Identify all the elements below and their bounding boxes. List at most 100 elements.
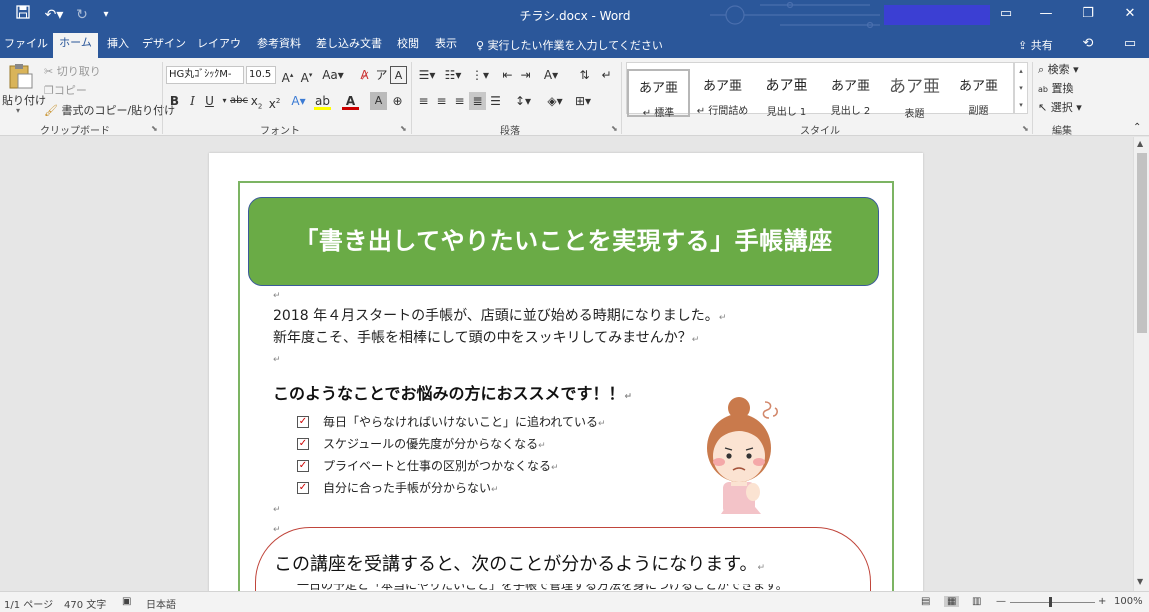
change-case-icon[interactable]: Aa▾: [320, 66, 346, 84]
tab-review[interactable]: 校閲: [393, 34, 423, 58]
clipboard-dialog-launcher-icon[interactable]: ⬊: [151, 124, 158, 133]
align-right-icon[interactable]: ≡: [451, 92, 468, 110]
cut-button[interactable]: ✂ 切り取り: [44, 63, 101, 79]
customize-icon[interactable]: ▾: [98, 5, 114, 25]
status-bar: 1/1 ページ 470 文字 ▣ 日本語 ▤ ▦ ▥ — + 100%: [0, 591, 1149, 612]
tab-insert[interactable]: 挿入: [103, 34, 133, 58]
character-shading-icon[interactable]: A: [370, 92, 387, 110]
increase-indent-icon[interactable]: ⇥: [517, 66, 534, 84]
page-count[interactable]: 1/1 ページ: [4, 596, 53, 611]
zoom-out-button[interactable]: —: [996, 596, 1006, 607]
borders-icon[interactable]: ⊞▾: [571, 92, 595, 110]
font-color-icon[interactable]: A: [342, 92, 359, 110]
style-heading-2[interactable]: あア亜 見出し 2: [819, 69, 882, 117]
copy-button[interactable]: ❐コピー: [44, 82, 87, 98]
font-dialog-launcher-icon[interactable]: ⬊: [400, 124, 407, 133]
show-marks-icon[interactable]: ↵: [598, 66, 615, 84]
multilevel-list-icon[interactable]: ⋮▾: [467, 66, 493, 84]
tab-layout[interactable]: レイアウト: [193, 34, 245, 70]
find-button[interactable]: ⌕ 検索 ▾: [1038, 61, 1079, 77]
checklist-item: 毎日「やらなければいけないこと」に追われている↵: [323, 413, 606, 430]
style-subtitle[interactable]: あア亜 副題: [947, 69, 1010, 117]
superscript-icon[interactable]: x2: [266, 92, 283, 111]
scroll-down-icon[interactable]: ▼: [1137, 577, 1143, 586]
clipboard-group-label: クリップボード: [40, 126, 110, 137]
benefits-heading: この講座を受講すると、次のことが分かるようになります。↵: [274, 550, 765, 576]
font-size-combo[interactable]: 10.5: [246, 66, 276, 84]
align-left-icon[interactable]: ≡: [415, 92, 432, 110]
asian-layout-icon[interactable]: A▾: [539, 66, 563, 84]
account-area[interactable]: [884, 5, 990, 25]
paste-button[interactable]: 貼り付け: [2, 92, 46, 108]
comment-icon[interactable]: ▭: [1120, 34, 1140, 54]
minimize-button[interactable]: —: [1034, 4, 1058, 24]
character-border-icon[interactable]: A: [390, 66, 407, 84]
style-normal[interactable]: あア亜 ↵ 標準: [627, 69, 690, 119]
bold-icon[interactable]: B: [166, 92, 183, 110]
format-painter-button[interactable]: 🖌 書式のコピー/貼り付け: [44, 102, 175, 118]
tab-home[interactable]: ホーム: [53, 33, 98, 58]
subscript-icon[interactable]: x2: [248, 92, 265, 110]
paragraph-group-label: 段落: [500, 126, 520, 137]
save-icon[interactable]: [12, 5, 34, 25]
styles-dialog-launcher-icon[interactable]: ⬊: [1022, 124, 1029, 133]
paragraph-dialog-launcher-icon[interactable]: ⬊: [611, 124, 618, 133]
grow-font-icon[interactable]: A▴: [279, 66, 296, 85]
tell-me-box[interactable]: ♀ 実行したい作業を入力してください: [476, 37, 663, 53]
style-no-spacing[interactable]: あア亜 ↵ 行間詰め: [691, 69, 754, 117]
zoom-level[interactable]: 100%: [1114, 596, 1143, 607]
share-button[interactable]: ⇪ 共有: [1018, 37, 1053, 53]
tab-references[interactable]: 参考資料: [253, 34, 305, 58]
style-title[interactable]: あア亜 表題: [883, 69, 946, 120]
clear-formatting-icon[interactable]: A̷: [356, 66, 373, 84]
undo-icon[interactable]: ↶▾: [40, 5, 68, 25]
replace-button[interactable]: ab 置換: [1038, 80, 1073, 96]
justify-icon[interactable]: ≣: [469, 92, 486, 110]
tab-design[interactable]: デザイン: [141, 34, 187, 58]
scroll-up-icon[interactable]: ▲: [1137, 139, 1143, 148]
strikethrough-icon[interactable]: abc: [230, 92, 248, 110]
zoom-slider[interactable]: [1010, 602, 1095, 603]
zoom-slider-thumb[interactable]: [1049, 597, 1052, 607]
italic-icon[interactable]: I: [184, 92, 201, 110]
select-button[interactable]: ↖ 選択 ▾: [1038, 99, 1082, 115]
font-name-combo[interactable]: HG丸ｺﾞｼｯｸM-: [166, 66, 244, 84]
language-indicator[interactable]: 日本語: [146, 596, 176, 611]
print-layout-icon[interactable]: ▦: [944, 596, 960, 607]
zoom-in-button[interactable]: +: [1098, 596, 1106, 607]
tab-view[interactable]: 表示: [431, 34, 461, 58]
style-heading-1[interactable]: あア亜 見出し 1: [755, 69, 818, 118]
ribbon-options-icon[interactable]: ▭: [994, 4, 1018, 24]
styles-scroll[interactable]: ▴ ▾ ▾: [1014, 62, 1028, 114]
vertical-scrollbar[interactable]: ▲ ▼: [1133, 137, 1149, 591]
maximize-button[interactable]: ❐: [1076, 4, 1100, 24]
read-mode-icon[interactable]: ▤: [921, 596, 930, 607]
highlight-icon[interactable]: ab: [314, 92, 331, 110]
sort-icon[interactable]: ⇅: [576, 66, 593, 84]
paste-dropdown-icon[interactable]: ▾: [16, 106, 20, 115]
enclose-characters-icon[interactable]: ⊕: [389, 92, 406, 110]
tab-mailings[interactable]: 差し込み文書: [313, 34, 385, 58]
line-spacing-icon[interactable]: ↕▾: [511, 92, 535, 110]
align-center-icon[interactable]: ≡: [433, 92, 450, 110]
web-layout-icon[interactable]: ▥: [972, 596, 981, 607]
paragraph-shading-icon[interactable]: ◈▾: [543, 92, 567, 110]
collapse-ribbon-icon[interactable]: ⌃: [1133, 122, 1141, 133]
numbering-icon[interactable]: ☷▾: [441, 66, 465, 84]
decrease-indent-icon[interactable]: ⇤: [499, 66, 516, 84]
paste-icon[interactable]: [6, 62, 36, 90]
history-icon[interactable]: ⟲: [1078, 34, 1098, 54]
redo-icon[interactable]: ↻: [72, 5, 92, 25]
document-page[interactable]: 「書き出してやりたいことを実現する」手帳講座 ↵ 2018 年４月スタートの手帳…: [209, 153, 923, 591]
text-effects-icon[interactable]: A▾: [290, 92, 307, 110]
proofing-icon[interactable]: ▣: [122, 596, 131, 607]
word-count[interactable]: 470 文字: [64, 596, 106, 611]
tab-file[interactable]: ファイル: [4, 34, 48, 58]
phonetic-guide-icon[interactable]: ア: [373, 66, 390, 84]
scrollbar-thumb[interactable]: [1137, 153, 1147, 333]
close-button[interactable]: ✕: [1118, 4, 1142, 24]
editing-group-label: 編集: [1052, 126, 1072, 137]
shrink-font-icon[interactable]: A▾: [298, 66, 315, 85]
distributed-icon[interactable]: ☰: [487, 92, 504, 110]
bullets-icon[interactable]: ☰▾: [415, 66, 439, 84]
